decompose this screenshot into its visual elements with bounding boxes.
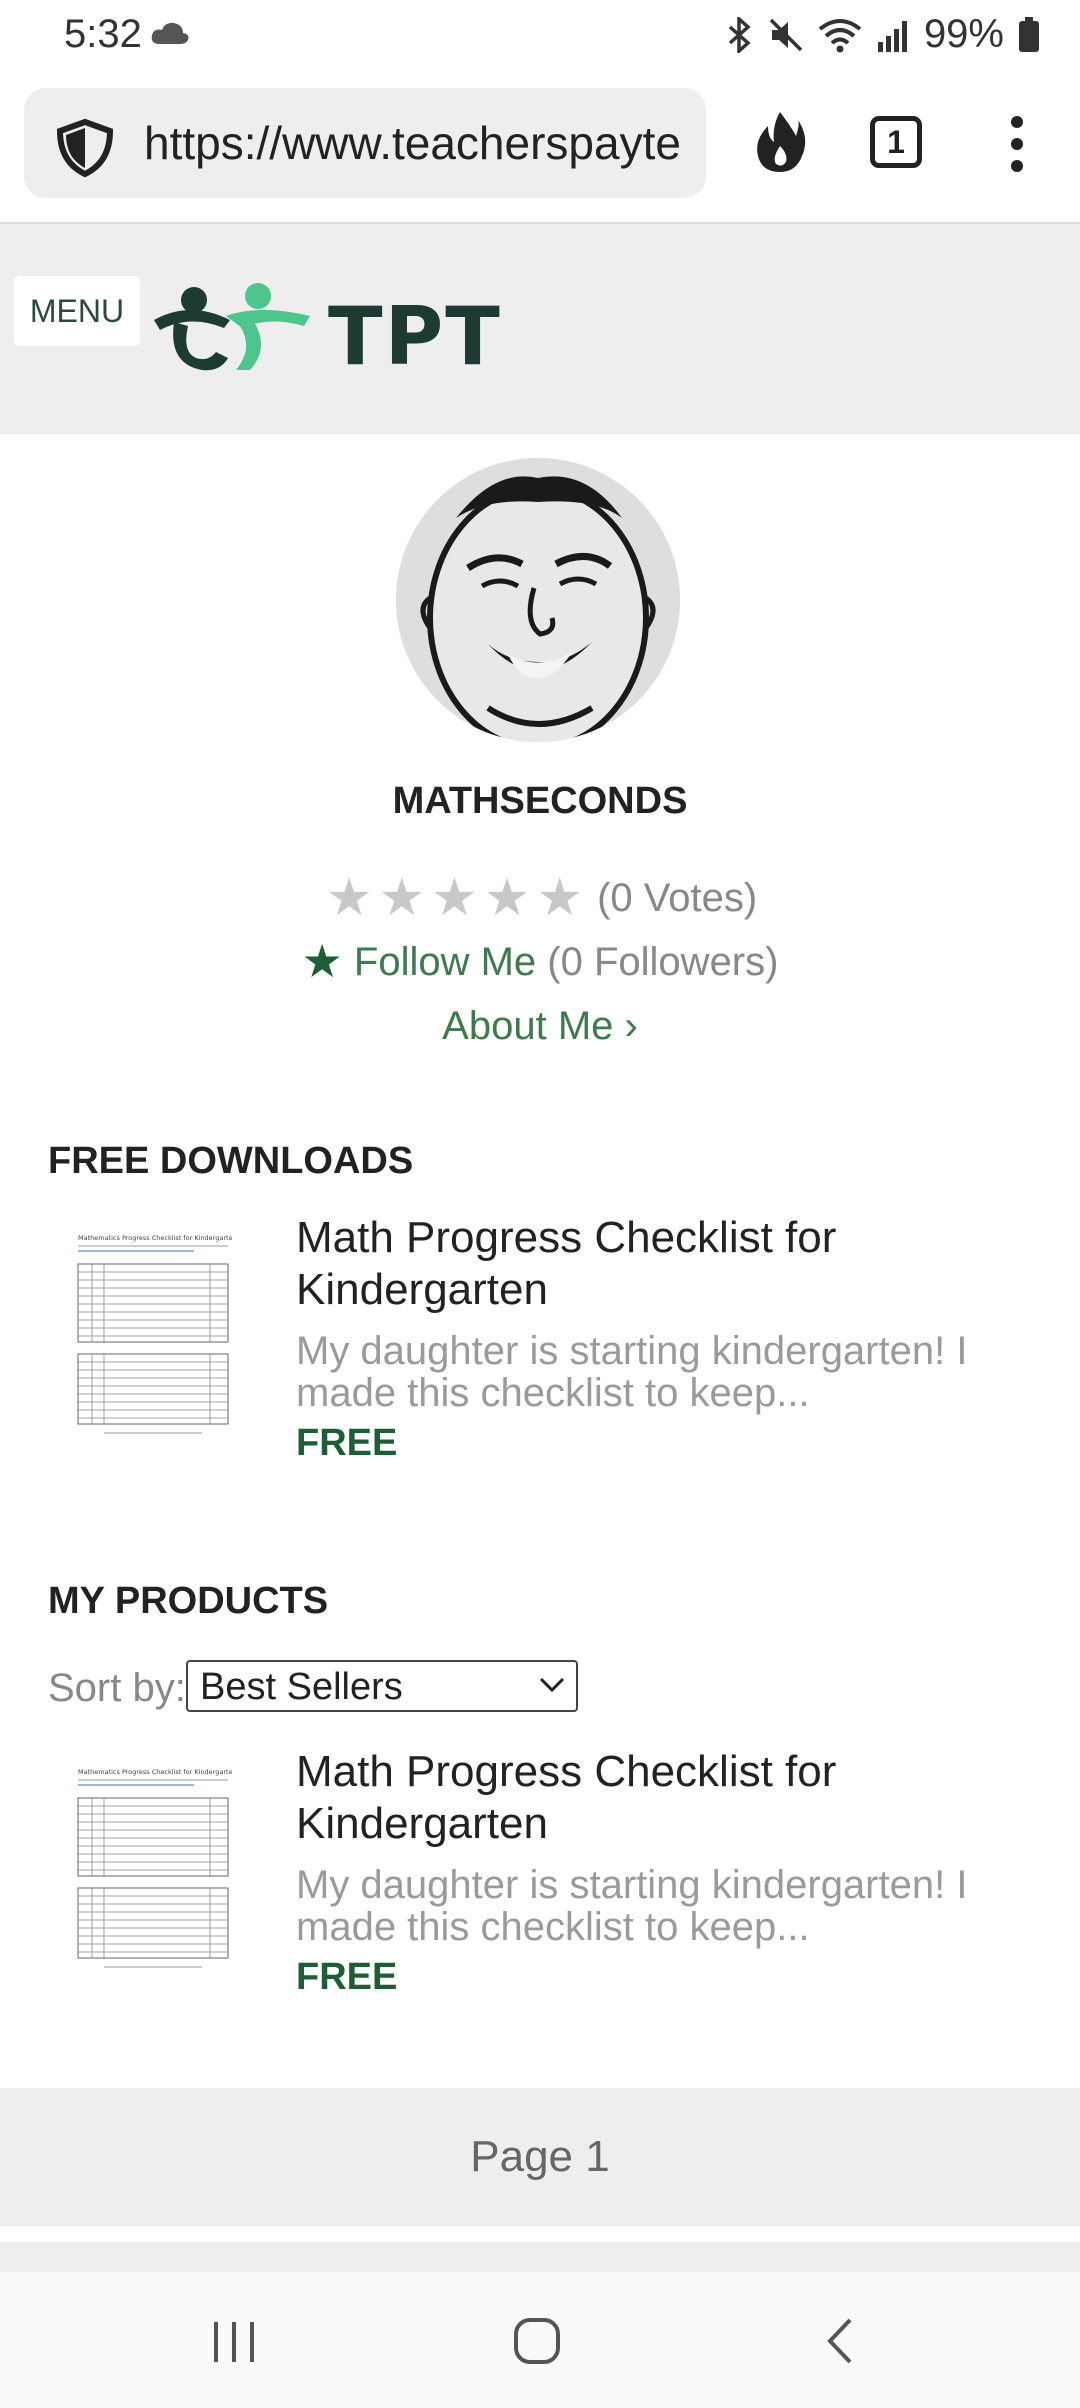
thumbnail-title: Mathematics Progress Checklist for Kinde… (78, 1768, 232, 1776)
sort-dropdown[interactable]: Best Sellers (186, 1660, 578, 1712)
follow-star-icon[interactable]: ★ (302, 935, 343, 987)
my-products-heading: MY PRODUCTS (48, 1580, 329, 1622)
star-icon: ★ (483, 869, 531, 927)
url-text[interactable]: https://www.teacherspayte (144, 116, 696, 170)
recents-icon[interactable] (210, 2318, 258, 2369)
product-card[interactable]: Mathematics Progress Checklist for Kinde… (0, 1746, 1080, 2006)
site-header: MENU TPT (0, 224, 1080, 434)
status-icons: 99% (726, 12, 1040, 57)
address-bar[interactable]: https://www.teacherspayte (24, 88, 706, 198)
product-description: My daughter is starting kindergarten! I … (296, 1863, 968, 1949)
logo-text: TPT (328, 290, 502, 383)
follow-row[interactable]: ★ Follow Me (0 Followers) (0, 934, 1080, 988)
product-description: My daughter is starting kindergarten! I … (296, 1329, 968, 1415)
pagination[interactable]: Page 1 (0, 2088, 1080, 2226)
product-card[interactable]: Mathematics Progress Checklist for Kinde… (0, 1212, 1080, 1472)
tpt-logo[interactable]: TPT (150, 274, 520, 389)
status-bar: 5:32 99% (0, 0, 1080, 72)
more-options-icon[interactable] (1004, 116, 1030, 177)
avatar (396, 458, 680, 742)
status-time: 5:32 (64, 12, 142, 56)
free-downloads-heading: FREE DOWNLOADS (48, 1140, 414, 1182)
browser-toolbar: https://www.teacherspayte 1 (0, 72, 1080, 224)
product-title[interactable]: Math Progress Checklist for Kindergarten (296, 1212, 1036, 1316)
rating-row: ★ ★ ★ ★ ★ (0 Votes) (0, 868, 1080, 928)
product-thumbnail[interactable]: Mathematics Progress Checklist for Kinde… (74, 1230, 237, 1440)
fire-icon[interactable] (752, 110, 808, 179)
store-name: MATHSECONDS (392, 780, 688, 822)
star-icon: ★ (325, 869, 373, 927)
home-icon[interactable] (512, 2316, 562, 2371)
followers-count: (0 Followers) (547, 940, 779, 984)
thumbnail-title: Mathematics Progress Checklist for Kinde… (78, 1234, 232, 1242)
product-thumbnail[interactable]: Mathematics Progress Checklist for Kinde… (74, 1764, 237, 1974)
signal-icon (876, 18, 910, 52)
bluetooth-icon (726, 16, 754, 53)
menu-button[interactable]: MENU (14, 276, 140, 346)
mute-icon (768, 17, 804, 53)
sort-selected-value[interactable]: Best Sellers (200, 1666, 403, 1709)
tab-switcher-button[interactable]: 1 (870, 116, 922, 168)
cloud-icon (150, 20, 190, 51)
product-price: FREE (296, 1422, 398, 1464)
follow-me-link[interactable]: Follow Me (354, 940, 536, 984)
battery-percent: 99% (923, 12, 1004, 56)
footer-strip (0, 2242, 1080, 2272)
about-me-link[interactable]: About Me › (0, 1004, 1080, 1049)
shield-icon[interactable] (54, 118, 116, 183)
battery-icon (1018, 16, 1040, 53)
votes-count: (0 Votes) (597, 876, 758, 920)
sort-label: Sort by: (48, 1666, 186, 1710)
chevron-down-icon[interactable] (538, 1676, 566, 1699)
star-icon: ★ (431, 869, 478, 927)
star-icon: ★ (378, 869, 426, 927)
back-icon[interactable] (820, 2316, 860, 2371)
product-price: FREE (296, 1956, 398, 1998)
wifi-icon (818, 17, 862, 53)
system-nav-bar (0, 2272, 1080, 2408)
star-icon: ★ (536, 869, 583, 927)
product-title[interactable]: Math Progress Checklist for Kindergarten (296, 1746, 1036, 1850)
